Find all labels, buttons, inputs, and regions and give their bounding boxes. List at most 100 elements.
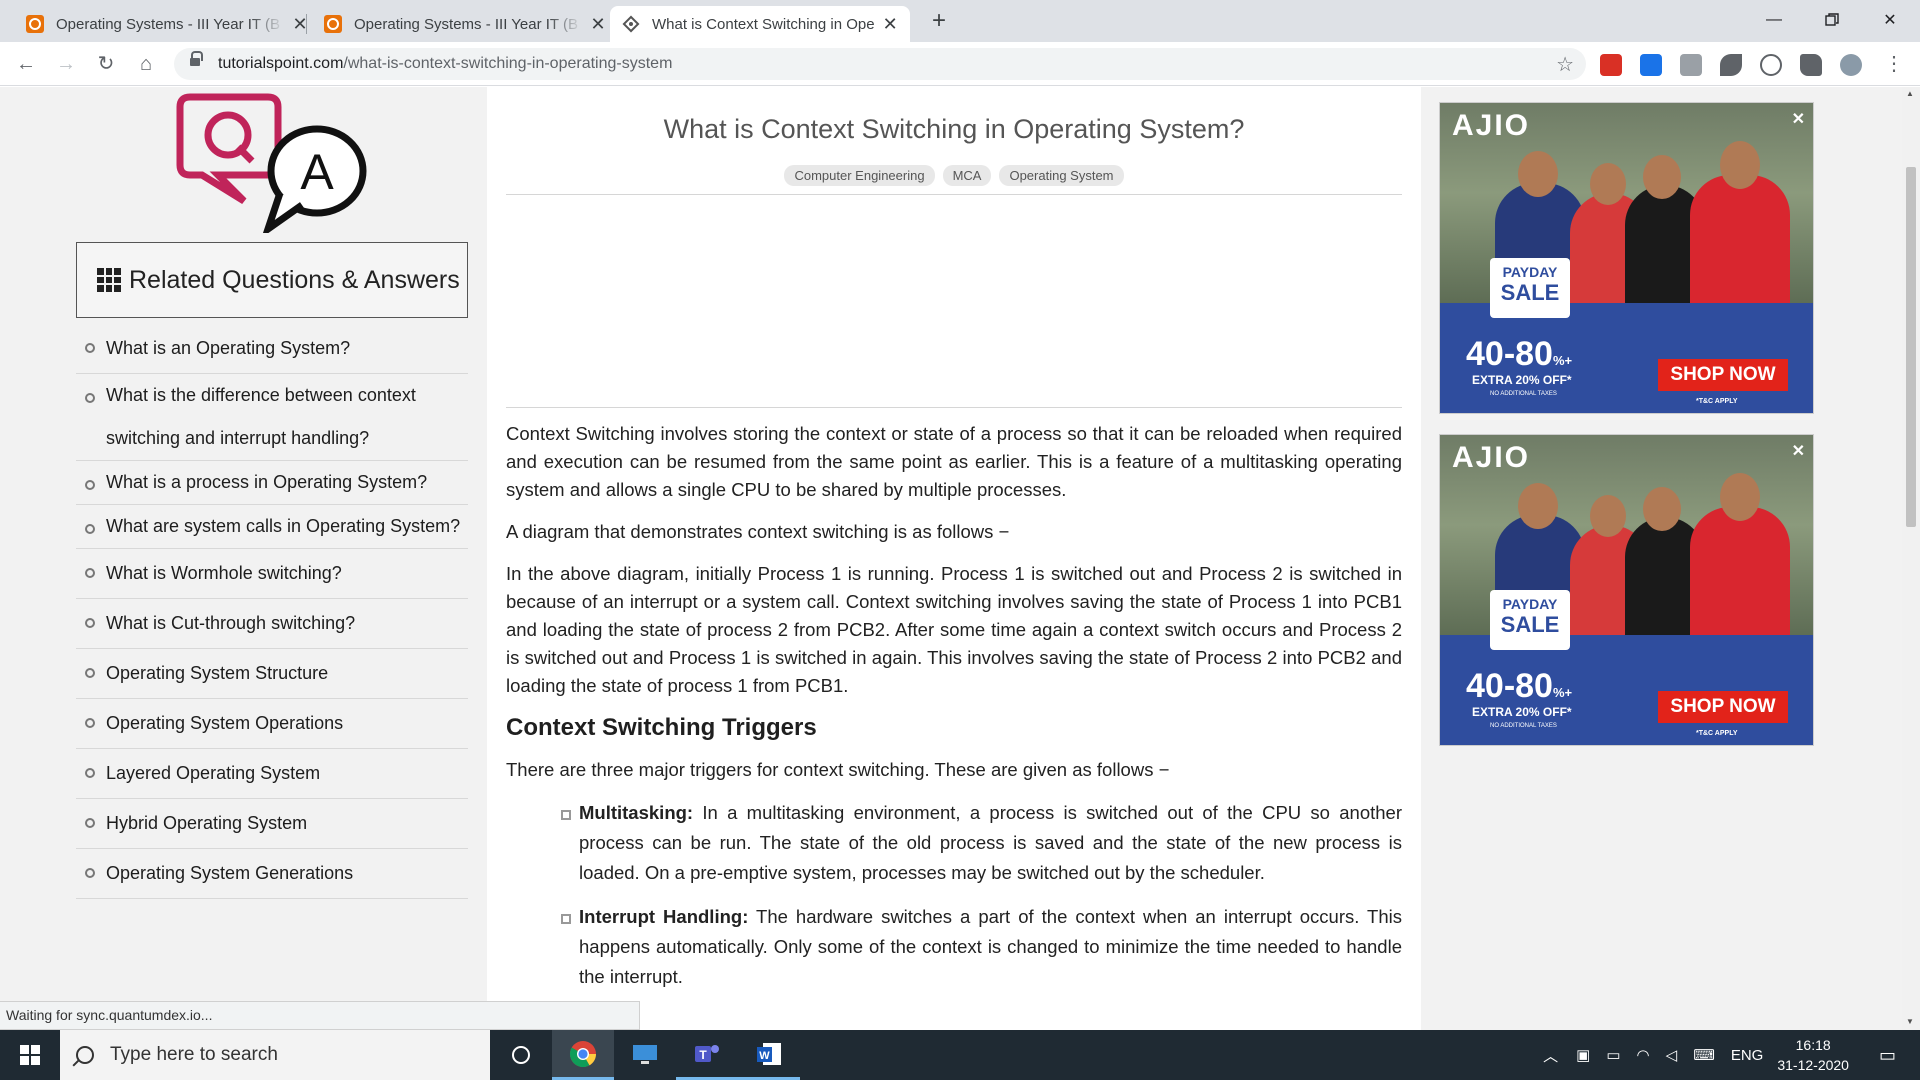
tab-os-1[interactable]: Operating Systems - III Year IT (B ✕ xyxy=(14,6,320,42)
teams-button[interactable]: T xyxy=(676,1030,738,1080)
badge-bottom: SALE xyxy=(1500,612,1560,637)
clock-extension-icon[interactable] xyxy=(1760,54,1782,76)
related-item[interactable]: What are system calls in Operating Syste… xyxy=(76,505,468,549)
related-item[interactable]: Hybrid Operating System xyxy=(76,799,468,849)
chrome-icon xyxy=(569,1040,597,1067)
related-item[interactable]: What is an Operating System? xyxy=(76,324,468,374)
badge-top: PAYDAY xyxy=(1502,596,1558,612)
home-icon[interactable]: ⌂ xyxy=(132,50,160,78)
word-icon: W xyxy=(757,1042,781,1065)
lock-icon[interactable] xyxy=(190,51,203,68)
back-arrow-icon[interactable]: ← xyxy=(12,50,40,78)
menu-kebab-icon[interactable]: ⋮ xyxy=(1880,50,1908,78)
related-item[interactable]: What is the difference between context s… xyxy=(76,374,468,461)
new-tab-button[interactable]: + xyxy=(924,6,954,36)
ad-fine-print: NO ADDITIONAL TAXES xyxy=(1490,391,1557,397)
related-item[interactable]: What is Cut-through switching? xyxy=(76,599,468,649)
scroll-up-arrow-icon[interactable]: ▲ xyxy=(1906,89,1914,98)
page-scrollbar[interactable]: ▲ ▼ xyxy=(1902,87,1920,1030)
ad-tc: *T&C APPLY xyxy=(1696,398,1738,405)
close-tab-icon[interactable]: ✕ xyxy=(590,14,606,35)
reload-icon[interactable]: ↻ xyxy=(92,50,120,78)
tag-mca[interactable]: MCA xyxy=(942,165,992,186)
divider xyxy=(506,194,1402,195)
trigger-list: Multitasking: In a multitasking environm… xyxy=(561,798,1402,992)
chevron-up-icon[interactable]: ︿ xyxy=(1543,1045,1558,1066)
ad-discount: 40-80%+ xyxy=(1466,335,1572,374)
task-view-button[interactable] xyxy=(490,1030,552,1080)
paragraph: Context Switching involves storing the c… xyxy=(506,423,1402,500)
ad-tc: *T&C APPLY xyxy=(1696,730,1738,737)
discount-suffix: %+ xyxy=(1552,685,1573,700)
related-questions-list: What is an Operating System? What is the… xyxy=(76,324,468,899)
related-item[interactable]: Operating System Generations xyxy=(76,849,468,899)
related-item[interactable]: Layered Operating System xyxy=(76,749,468,799)
related-item[interactable]: What is a process in Operating System? xyxy=(76,461,468,505)
camera-extension-icon[interactable] xyxy=(1680,54,1702,76)
scroll-thumb[interactable] xyxy=(1906,167,1916,527)
discount-value: 40-80 xyxy=(1466,667,1553,705)
cortana-circle-icon xyxy=(512,1046,530,1064)
web-page: A Related Questions & Answers What is an… xyxy=(0,87,1902,1030)
minimize-button[interactable]: — xyxy=(1746,0,1802,40)
volume-icon[interactable]: ◁ xyxy=(1666,1046,1678,1064)
meet-now-icon[interactable]: ▣ xyxy=(1576,1046,1590,1064)
language-indicator[interactable]: ENG xyxy=(1731,1047,1764,1064)
url-path: /what-is-context-switching-in-operating-… xyxy=(343,55,673,72)
keyboard-icon[interactable]: ⌨ xyxy=(1693,1046,1715,1064)
paragraph: In the above diagram, initially Process … xyxy=(506,563,1402,696)
wifi-icon[interactable]: ◠ xyxy=(1637,1046,1650,1064)
ad-close-icon[interactable]: ✕ xyxy=(1792,441,1805,461)
chrome-taskbar-button[interactable] xyxy=(552,1030,614,1080)
ajio-ad-banner[interactable]: AJIO ✕ PAYDAY SALE 40-80%+ EXTRA 20% OFF*… xyxy=(1439,102,1814,414)
tab-title: What is Context Switching in Ope xyxy=(652,15,875,33)
trigger-term: Interrupt Handling: xyxy=(579,906,749,927)
start-button[interactable] xyxy=(0,1030,60,1080)
ad-close-icon[interactable]: ✕ xyxy=(1792,109,1805,129)
teams-icon: T xyxy=(695,1044,719,1062)
tag-computer-engineering[interactable]: Computer Engineering xyxy=(784,165,935,186)
close-window-button[interactable]: ✕ xyxy=(1862,0,1918,40)
related-item[interactable]: Operating System Structure xyxy=(76,649,468,699)
divider xyxy=(506,407,1402,408)
battery-icon[interactable]: ▭ xyxy=(1606,1046,1620,1064)
ajio-ad-banner[interactable]: AJIO ✕ PAYDAY SALE 40-80%+ EXTRA 20% OFF*… xyxy=(1439,434,1814,746)
tab-context-switching[interactable]: What is Context Switching in Ope ✕ xyxy=(610,6,910,42)
bookmark-star-icon[interactable]: ☆ xyxy=(1556,52,1574,77)
extensions-puzzle-icon[interactable] xyxy=(1800,54,1822,76)
clock-date: 31-12-2020 xyxy=(1777,1057,1849,1073)
shop-now-button[interactable]: SHOP NOW xyxy=(1658,359,1788,391)
eyedropper-extension-icon[interactable] xyxy=(1720,54,1742,76)
forward-arrow-icon[interactable]: → xyxy=(52,50,80,78)
taskbar-search-box[interactable]: Type here to search xyxy=(60,1030,490,1080)
windows-taskbar: Type here to search T W ︿ ▣ ▭ ◠ ◁ ⌨ ENG … xyxy=(0,1030,1920,1080)
tab-title: Operating Systems - III Year IT (B xyxy=(56,15,280,33)
scroll-down-arrow-icon[interactable]: ▼ xyxy=(1906,1017,1914,1026)
related-item[interactable]: What is Wormhole switching? xyxy=(76,549,468,599)
blogger-favicon-icon xyxy=(26,15,44,33)
tag-operating-system[interactable]: Operating System xyxy=(999,165,1124,186)
clock[interactable]: 16:18 31-12-2020 xyxy=(1777,1035,1849,1075)
related-item[interactable]: Operating System Operations xyxy=(76,699,468,749)
qa-logo[interactable]: A xyxy=(172,93,372,233)
screen-extension-icon[interactable] xyxy=(1640,54,1662,76)
badge-bottom: SALE xyxy=(1500,280,1560,305)
address-bar[interactable]: tutorialspoint.com/what-is-context-switc… xyxy=(174,48,1586,80)
status-bubble: Waiting for sync.quantumdex.io... xyxy=(0,1001,640,1030)
url-text[interactable]: tutorialspoint.com/what-is-context-switc… xyxy=(218,55,672,73)
profile-avatar[interactable] xyxy=(1840,54,1862,76)
section-heading: Context Switching Triggers xyxy=(506,714,817,741)
close-tab-icon[interactable]: ✕ xyxy=(882,14,898,35)
notifications-icon[interactable]: ▭ xyxy=(1879,1045,1896,1066)
word-button[interactable]: W xyxy=(738,1030,800,1080)
shop-now-button[interactable]: SHOP NOW xyxy=(1658,691,1788,723)
restore-button[interactable] xyxy=(1804,0,1860,40)
pdf-extension-icon[interactable] xyxy=(1600,54,1622,76)
ad-sale-badge: PAYDAY SALE xyxy=(1490,590,1570,650)
file-explorer-button[interactable] xyxy=(614,1030,676,1080)
ad-brand: AJIO xyxy=(1452,441,1531,474)
search-icon xyxy=(76,1046,94,1064)
badge-top: PAYDAY xyxy=(1502,264,1558,280)
svg-text:A: A xyxy=(300,144,334,200)
tab-os-2[interactable]: Operating Systems - III Year IT (B ✕ xyxy=(312,6,618,42)
